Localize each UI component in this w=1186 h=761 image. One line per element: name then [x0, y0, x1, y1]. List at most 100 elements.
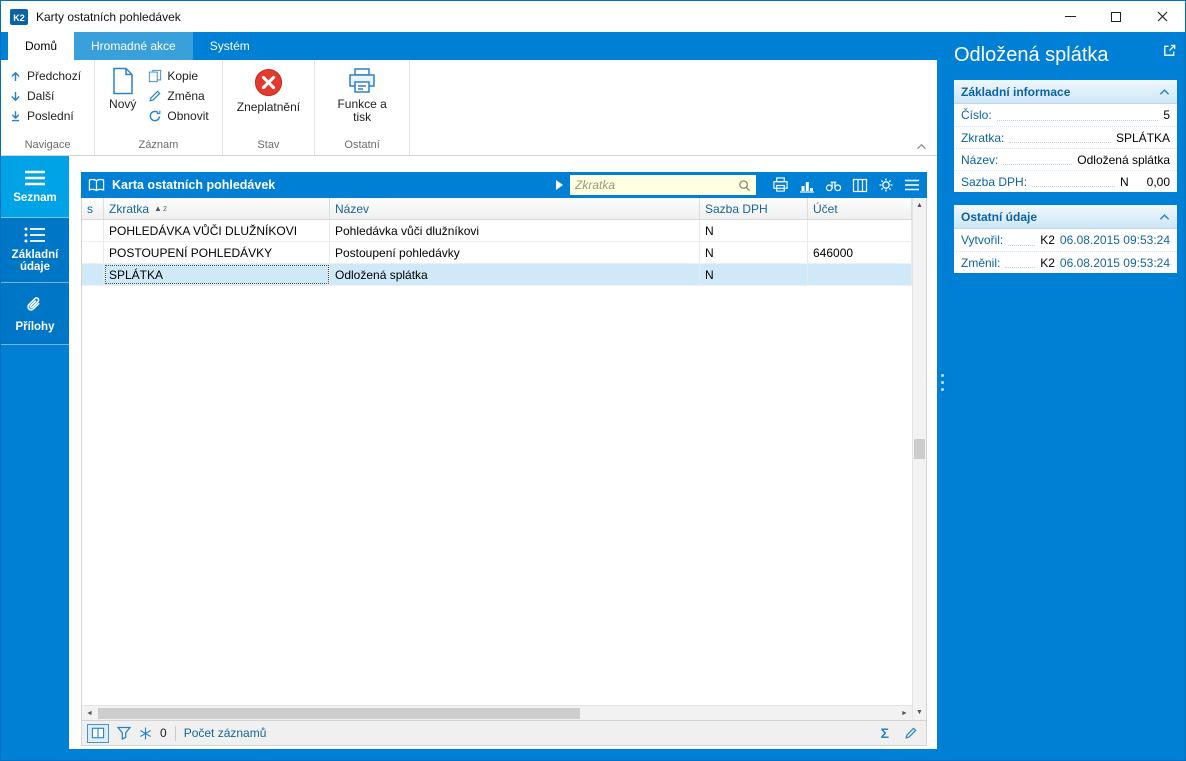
- ribbon-tabstrip: Domů Hromadné akce Systém: [1, 32, 937, 60]
- binoculars-icon[interactable]: [825, 178, 842, 193]
- main-content: Karta ostatních pohledávek Zkratka s Zkr…: [69, 156, 937, 749]
- pencil-icon: [148, 89, 162, 103]
- close-button[interactable]: [1139, 1, 1185, 32]
- invalidate-button[interactable]: Zneplatnění: [228, 63, 309, 114]
- splitter-grip-icon: [941, 374, 944, 392]
- print-icon[interactable]: [772, 177, 789, 193]
- invalid-red-x-icon: [253, 67, 284, 98]
- grid-rows: POHLEDÁVKA VŮČI DLUŽNÍKOVI Pohledávka vů…: [82, 220, 912, 705]
- titlebar: K2 Karty ostatních pohledávek: [1, 1, 1185, 32]
- column-header-ucet[interactable]: Účet: [808, 198, 912, 219]
- chart-icon[interactable]: [799, 178, 815, 193]
- app-icon: K2: [9, 7, 29, 27]
- scroll-right-icon[interactable]: ►: [897, 706, 912, 720]
- view-mode-toggle[interactable]: [87, 723, 109, 743]
- filter-count: 0: [160, 726, 167, 740]
- search-input[interactable]: [575, 178, 734, 192]
- svg-text:K2: K2: [13, 13, 25, 23]
- section-other-info-header[interactable]: Ostatní údaje: [954, 205, 1177, 229]
- grid-header: Karta ostatních pohledávek: [81, 172, 927, 198]
- search-icon[interactable]: [738, 179, 751, 192]
- left-sidebar: Seznam Základní údaje Přílohy: [1, 156, 69, 760]
- scroll-down-icon[interactable]: ▼: [913, 705, 926, 720]
- previous-button[interactable]: Předchozí: [6, 67, 89, 85]
- detail-title: Odložená splátka: [954, 44, 1109, 66]
- record-count-label: Počet záznamů: [183, 726, 267, 740]
- list-icon: [24, 170, 46, 186]
- ribbon-group-ostatni: Funkce a tisk Ostatní: [315, 60, 411, 155]
- last-button[interactable]: Poslední: [6, 107, 82, 125]
- field-zmenil: Změnil: K2 06.08.2015 09:53:24: [954, 251, 1177, 273]
- ribbon-collapse-icon[interactable]: [916, 143, 927, 150]
- tab-hromadne-akce[interactable]: Hromadné akce: [74, 32, 193, 60]
- app-window: K2 Karty ostatních pohledávek Domů Hroma…: [0, 0, 1186, 761]
- section-other-info: Ostatní údaje Vytvořil: K2 06.08.2015 09…: [954, 205, 1177, 273]
- sort-asc-icon: ▲ 2: [154, 204, 167, 213]
- next-button[interactable]: Další: [6, 87, 62, 105]
- scroll-up-icon[interactable]: ▲: [913, 198, 926, 213]
- maximize-button[interactable]: [1093, 1, 1139, 32]
- table-row[interactable]: POSTOUPENÍ POHLEDÁVKY Postoupení pohledá…: [82, 242, 912, 264]
- refresh-icon: [148, 109, 162, 123]
- sidebar-item-seznam[interactable]: Seznam: [1, 156, 69, 218]
- group-label-stav: Stav: [257, 139, 280, 151]
- vertical-scroll-thumb[interactable]: [914, 439, 925, 460]
- snowflake-icon[interactable]: [139, 726, 152, 740]
- group-label-zaznam: Záznam: [138, 139, 179, 151]
- copy-button[interactable]: Kopie: [145, 67, 216, 85]
- ribbon-group-stav: Zneplatnění Stav: [223, 60, 316, 155]
- ribbon: Předchozí Další Poslední Navigace Nový K…: [1, 60, 937, 156]
- column-headers: s Zkratka ▲ 2 Název Sazba DPH Účet: [82, 198, 912, 220]
- menu-icon[interactable]: [904, 179, 920, 191]
- field-vytvoril: Vytvořil: K2 06.08.2015 09:53:24: [961, 233, 1170, 247]
- sidebar-item-zakladni-udaje[interactable]: Základní údaje: [1, 218, 69, 283]
- copy-icon: [148, 69, 162, 83]
- open-in-window-icon[interactable]: [1162, 43, 1177, 58]
- settings-icon[interactable]: [878, 177, 894, 193]
- table-row[interactable]: POHLEDÁVKA VŮČI DLUŽNÍKOVI Pohledávka vů…: [82, 220, 912, 242]
- columns-icon[interactable]: [852, 178, 868, 193]
- printer-icon: [347, 67, 377, 95]
- field-sazba-dph: Sazba DPH: N 0,00: [954, 170, 1177, 192]
- section-basic-info-header[interactable]: Základní informace: [954, 80, 1177, 104]
- functions-print-button[interactable]: Funkce a tisk: [320, 63, 404, 124]
- ribbon-group-zaznam: Nový Kopie Změna Obnovit Záznam: [95, 60, 223, 155]
- minimize-button[interactable]: [1047, 1, 1093, 32]
- horizontal-scrollbar[interactable]: ◄ ►: [82, 705, 912, 720]
- form-icon: [24, 227, 46, 243]
- scroll-left-icon[interactable]: ◄: [82, 706, 97, 720]
- horizontal-scroll-thumb[interactable]: [98, 707, 580, 719]
- table-row-selected[interactable]: SPLÁTKA Odložená splátka N: [82, 264, 912, 286]
- detail-panel: Odložená splátka Základní informace Čísl…: [937, 32, 1185, 760]
- tab-system[interactable]: Systém: [193, 32, 267, 60]
- refresh-button[interactable]: Obnovit: [145, 107, 216, 125]
- field-zkratka: Zkratka: SPLÁTKA: [954, 126, 1177, 148]
- book-icon: [88, 178, 105, 192]
- column-header-zkratka[interactable]: Zkratka ▲ 2: [104, 198, 330, 219]
- column-header-sazba-dph[interactable]: Sazba DPH: [700, 198, 808, 219]
- grid-title: Karta ostatních pohledávek: [112, 178, 276, 192]
- filter-icon[interactable]: [117, 726, 131, 740]
- group-label-ostatni: Ostatní: [344, 139, 380, 151]
- change-button[interactable]: Změna: [145, 87, 216, 105]
- new-document-icon: [111, 67, 135, 95]
- column-header-nazev[interactable]: Název: [330, 198, 700, 219]
- edit-pencil-icon[interactable]: [904, 726, 918, 740]
- search-box: [570, 175, 756, 195]
- field-nazev: Název: Odložená splátka: [954, 148, 1177, 170]
- tab-domu[interactable]: Domů: [8, 32, 75, 60]
- sum-icon[interactable]: Σ: [881, 725, 889, 741]
- expand-arrow-icon[interactable]: [555, 180, 563, 190]
- section-basic-info: Základní informace Číslo: 5 Zkratka: SPL…: [954, 80, 1177, 192]
- field-cislo: Číslo: 5: [961, 108, 1170, 122]
- sidebar-item-prilohy[interactable]: Přílohy: [1, 283, 69, 345]
- arrow-down-icon: [9, 90, 22, 103]
- column-header-s[interactable]: s: [82, 198, 104, 219]
- chevron-up-icon: [1159, 213, 1170, 221]
- vertical-scrollbar[interactable]: ▲ ▼: [912, 198, 926, 720]
- new-button[interactable]: Nový: [100, 63, 145, 111]
- chevron-up-icon: [1159, 88, 1170, 96]
- panel-splitter[interactable]: [937, 32, 949, 760]
- grid-statusbar: 0 Počet záznamů Σ: [82, 720, 926, 745]
- window-title: Karty ostatních pohledávek: [36, 9, 181, 24]
